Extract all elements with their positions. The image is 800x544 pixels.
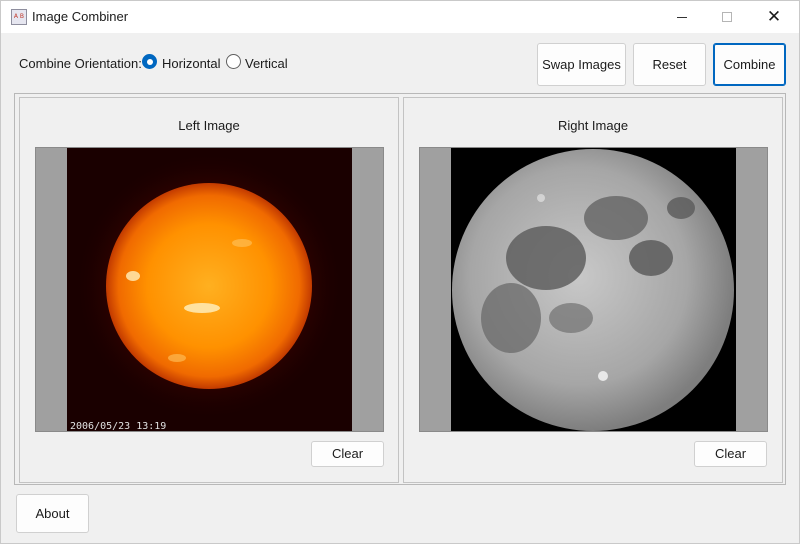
minimize-icon <box>677 17 687 18</box>
sun-photo-timestamp: 2006/05/23 13:19 <box>70 421 166 432</box>
orientation-label: Combine Orientation: <box>19 56 142 71</box>
about-button[interactable]: About <box>16 494 89 533</box>
close-icon: ✕ <box>766 7 782 27</box>
reset-button[interactable]: Reset <box>633 43 706 86</box>
right-image-frame[interactable] <box>419 147 768 432</box>
vertical-radio-label[interactable]: Vertical <box>245 56 288 71</box>
moon-photo <box>451 148 736 431</box>
app-window: A B Image Combiner ✕ Combine Orientation… <box>0 0 800 544</box>
horizontal-radio-label[interactable]: Horizontal <box>162 56 221 71</box>
orientation-toolbar: Combine Orientation: Horizontal Vertical… <box>1 33 799 91</box>
vertical-radio[interactable] <box>226 54 241 69</box>
horizontal-radio[interactable] <box>142 54 157 69</box>
maximize-button[interactable] <box>704 1 750 33</box>
close-button[interactable]: ✕ <box>751 1 797 33</box>
sun-photo: 2006/05/23 13:19 <box>67 148 352 432</box>
maximize-icon <box>722 12 732 22</box>
left-image-panel: Left Image 2006/05/23 13:19 Clear <box>19 97 399 483</box>
combine-button[interactable]: Combine <box>713 43 786 86</box>
minimize-button[interactable] <box>659 1 705 33</box>
left-clear-button[interactable]: Clear <box>311 441 384 467</box>
swap-images-button[interactable]: Swap Images <box>537 43 626 86</box>
right-image-panel: Right Image Clear <box>403 97 783 483</box>
right-image-title: Right Image <box>557 118 629 133</box>
window-title: Image Combiner <box>32 9 129 24</box>
image-combiner-app-icon: A B <box>11 9 27 25</box>
right-clear-button[interactable]: Clear <box>694 441 767 467</box>
image-panels: Left Image 2006/05/23 13:19 Clear Right … <box>14 93 786 485</box>
left-image-frame[interactable]: 2006/05/23 13:19 <box>35 147 384 432</box>
title-bar[interactable]: A B Image Combiner ✕ <box>1 1 799 33</box>
left-image-title: Left Image <box>178 118 240 133</box>
